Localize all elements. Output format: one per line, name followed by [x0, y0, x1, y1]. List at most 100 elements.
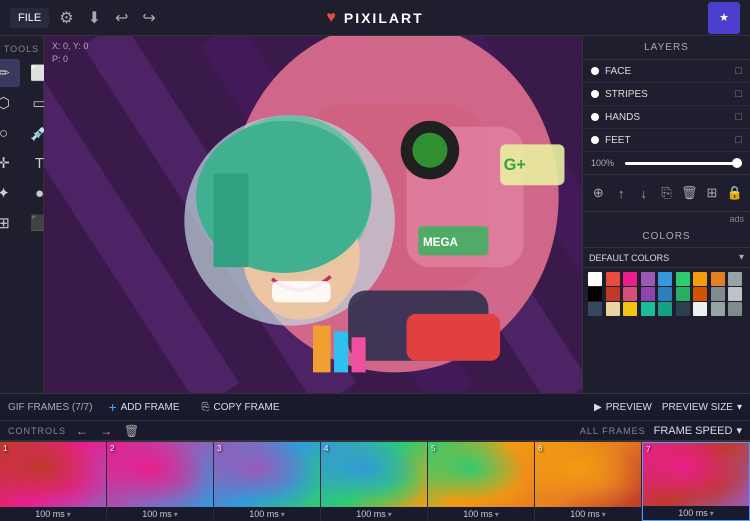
add-layer-btn[interactable]: ⊕: [587, 181, 610, 205]
color-swatch-23[interactable]: [676, 302, 690, 316]
layer-dot-hands: [591, 113, 599, 121]
frame-thumb-6[interactable]: 6100 ms▾: [535, 442, 642, 521]
color-swatch-20[interactable]: [623, 302, 637, 316]
colors-preset-row[interactable]: DEFAULT COLORS ▾: [583, 248, 750, 268]
color-swatch-21[interactable]: [641, 302, 655, 316]
frame-number-1: 1: [3, 444, 7, 453]
layer-visibility-stripes[interactable]: □: [735, 88, 742, 100]
color-swatch-5[interactable]: [676, 272, 690, 286]
color-swatch-13[interactable]: [658, 287, 672, 301]
color-swatch-4[interactable]: [658, 272, 672, 286]
lock-layer-btn[interactable]: 🔒: [723, 181, 746, 205]
layer-visibility-face[interactable]: □: [735, 65, 742, 77]
color-swatch-8[interactable]: [728, 272, 742, 286]
color-swatch-18[interactable]: [588, 302, 602, 316]
color-swatch-26[interactable]: [728, 302, 742, 316]
download-icon[interactable]: ⬇: [88, 8, 101, 28]
grid-tool[interactable]: ⊞: [0, 209, 20, 237]
color-swatch-16[interactable]: [711, 287, 725, 301]
color-swatch-19[interactable]: [606, 302, 620, 316]
pixel-art-canvas[interactable]: G+ MEGA: [44, 36, 582, 393]
frame-delay-6[interactable]: 100 ms▾: [535, 507, 641, 521]
frame-thumb-3[interactable]: 3100 ms▾: [214, 442, 321, 521]
frame-thumb-5[interactable]: 5100 ms▾: [428, 442, 535, 521]
undo-icon[interactable]: ↩: [115, 8, 128, 28]
file-menu[interactable]: FILE: [10, 8, 49, 28]
frame-delay-3[interactable]: 100 ms▾: [214, 507, 320, 521]
preview-size-btn[interactable]: PREVIEW SIZE ▾: [662, 402, 742, 413]
frame-delay-1[interactable]: 100 ms▾: [0, 507, 106, 521]
color-swatch-25[interactable]: [711, 302, 725, 316]
preview-btn[interactable]: ▶ PREVIEW: [594, 402, 652, 413]
frame-thumb-4[interactable]: 4100 ms▾: [321, 442, 428, 521]
layer-feet[interactable]: FEET □: [583, 129, 750, 152]
color-swatch-9[interactable]: [588, 287, 602, 301]
frame-image-1: [0, 442, 106, 507]
color-swatch-12[interactable]: [641, 287, 655, 301]
delete-frame-btn[interactable]: 🗑: [122, 424, 141, 438]
frame-delay-2[interactable]: 100 ms▾: [107, 507, 213, 521]
delete-layer-btn[interactable]: 🗑: [678, 181, 701, 205]
color-swatch-14[interactable]: [676, 287, 690, 301]
layer-stripes[interactable]: STRIPES □: [583, 83, 750, 106]
lasso-tool[interactable]: ⬡: [0, 89, 20, 117]
opacity-thumb[interactable]: [732, 158, 742, 168]
layer-visibility-feet[interactable]: □: [735, 134, 742, 146]
ellipse-tool[interactable]: ○: [0, 119, 20, 147]
prev-frame-btn[interactable]: ←: [74, 424, 90, 438]
delay-arrow-5[interactable]: ▾: [495, 510, 499, 519]
layer-hands[interactable]: HANDS □: [583, 106, 750, 129]
duplicate-layer-btn[interactable]: ⎘: [655, 181, 678, 205]
sparkle-tool[interactable]: ✦: [0, 179, 20, 207]
color-swatch-0[interactable]: [588, 272, 602, 286]
layer-actions: ⊕ ↑ ↓ ⎘ 🗑 ⊞ 🔒: [583, 175, 750, 212]
color-swatch-6[interactable]: [693, 272, 707, 286]
preview-size-arrow: ▾: [737, 402, 742, 413]
star-button[interactable]: ★: [708, 2, 740, 34]
layer-face[interactable]: FACE □: [583, 60, 750, 83]
frame-delay-5[interactable]: 100 ms▾: [428, 507, 534, 521]
color-swatch-10[interactable]: [606, 287, 620, 301]
frame-speed-btn[interactable]: FRAME SPEED ▾: [654, 424, 742, 437]
move-down-btn[interactable]: ↓: [632, 181, 655, 205]
star-icon: ★: [719, 11, 729, 24]
color-swatch-17[interactable]: [728, 287, 742, 301]
delay-arrow-3[interactable]: ▾: [281, 510, 285, 519]
delay-arrow-6[interactable]: ▾: [602, 510, 606, 519]
delay-arrow-7[interactable]: ▾: [710, 509, 714, 518]
move-tool[interactable]: ✛: [0, 149, 20, 177]
frame-thumb-7[interactable]: 7100 ms▾: [642, 442, 750, 521]
color-swatch-22[interactable]: [658, 302, 672, 316]
color-swatch-24[interactable]: [693, 302, 707, 316]
color-swatch-1[interactable]: [606, 272, 620, 286]
layer-name-hands: HANDS: [605, 112, 729, 123]
next-frame-btn[interactable]: →: [98, 424, 114, 438]
color-swatch-11[interactable]: [623, 287, 637, 301]
canvas-area[interactable]: X: 0, Y: 0 P: 0: [44, 36, 582, 393]
color-swatch-15[interactable]: [693, 287, 707, 301]
copy-frame-btn[interactable]: ⎘ COPY FRAME: [196, 400, 286, 415]
delay-arrow-4[interactable]: ▾: [388, 510, 392, 519]
add-frame-btn[interactable]: + ADD FRAME: [102, 397, 185, 417]
color-swatch-2[interactable]: [623, 272, 637, 286]
move-up-btn[interactable]: ↑: [610, 181, 633, 205]
redo-icon[interactable]: ↪: [142, 8, 155, 28]
frame-thumb-2[interactable]: 2100 ms▾: [107, 442, 214, 521]
frame-delay-4[interactable]: 100 ms▾: [321, 507, 427, 521]
ads-label: ads: [583, 212, 750, 226]
opacity-slider[interactable]: [625, 162, 742, 165]
pencil-tool[interactable]: ✏: [0, 59, 20, 87]
colors-dropdown-arrow[interactable]: ▾: [739, 252, 744, 263]
delay-arrow-2[interactable]: ▾: [174, 510, 178, 519]
frame-thumb-1[interactable]: 1 100 ms▾: [0, 442, 107, 521]
canvas-svg: G+ MEGA: [44, 36, 582, 393]
color-swatch-3[interactable]: [641, 272, 655, 286]
color-swatch-7[interactable]: [711, 272, 725, 286]
layer-visibility-hands[interactable]: □: [735, 111, 742, 123]
frame-image-6: [535, 442, 641, 507]
delay-arrow-1[interactable]: ▾: [67, 510, 71, 519]
merge-layer-btn[interactable]: ⊞: [701, 181, 724, 205]
share-icon[interactable]: ⚙: [59, 8, 73, 28]
frame-delay-7[interactable]: 100 ms▾: [643, 506, 749, 520]
all-frames-label: ALL FRAMES: [580, 426, 646, 436]
